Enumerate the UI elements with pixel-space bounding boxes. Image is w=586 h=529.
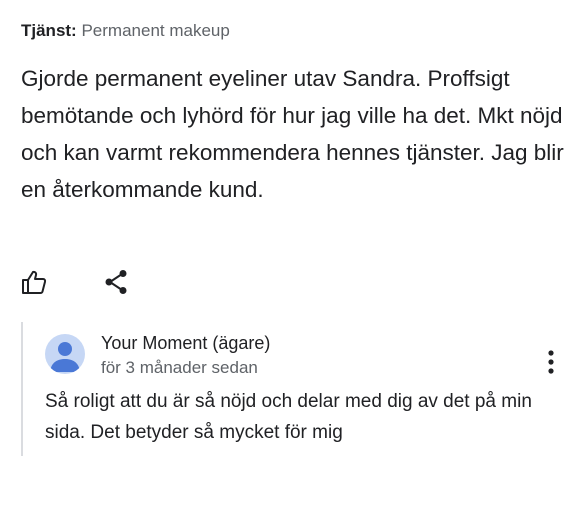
- reply-text: Så roligt att du är så nöjd och delar me…: [45, 391, 532, 443]
- reply-timestamp: för 3 månader sedan: [101, 358, 258, 377]
- share-icon[interactable]: [102, 268, 130, 296]
- person-avatar-icon: [45, 334, 85, 374]
- owner-reply: Your Moment (ägare) för 3 månader sedan …: [21, 322, 568, 456]
- service-value: Permanent makeup: [81, 21, 230, 40]
- thumbs-up-icon[interactable]: [20, 268, 48, 296]
- review-text: Gjorde permanent eyeliner utav Sandra. P…: [21, 66, 564, 202]
- service-line: Tjänst: Permanent makeup: [21, 20, 230, 42]
- more-vertical-icon[interactable]: [541, 348, 561, 376]
- service-label: Tjänst:: [21, 21, 77, 40]
- owner-name: Your Moment (ägare): [101, 333, 271, 353]
